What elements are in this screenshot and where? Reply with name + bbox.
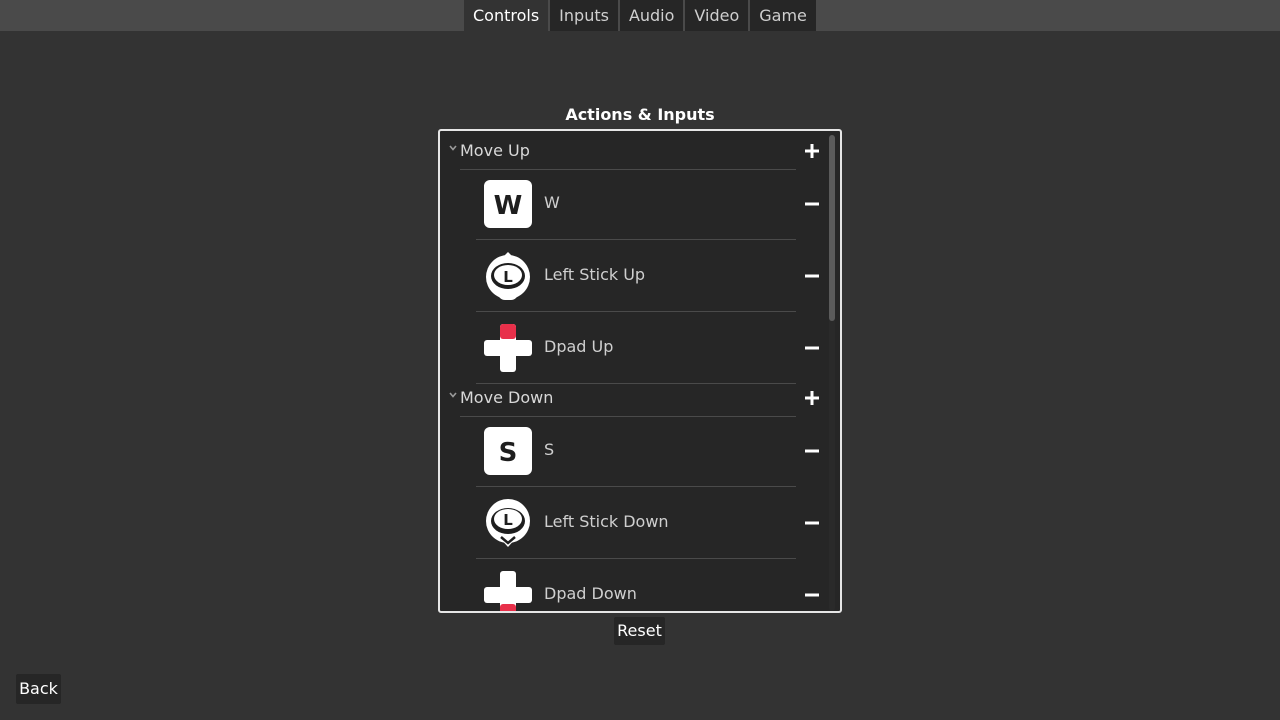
chevron-down-icon[interactable] xyxy=(448,390,458,400)
input-label: Left Stick Down xyxy=(544,512,669,531)
input-label: Dpad Down xyxy=(544,584,637,603)
key-w-icon: W xyxy=(484,180,532,228)
minus-icon xyxy=(805,593,819,597)
plus-icon xyxy=(805,144,819,158)
input-row: Dpad Up xyxy=(476,312,826,384)
remove-input-button[interactable] xyxy=(802,585,822,605)
action-name: Move Down xyxy=(460,388,554,407)
actions-inputs-panel[interactable]: Move Up W W L Left Stick Up Dpad Up Move… xyxy=(438,129,842,613)
dpad-up-icon xyxy=(484,324,532,372)
action-header-move-up[interactable]: Move Up xyxy=(440,135,826,170)
add-input-button[interactable] xyxy=(802,141,822,161)
tab-audio[interactable]: Audio xyxy=(619,0,684,31)
left-stick-down-icon: L xyxy=(484,499,532,547)
panel-title: Actions & Inputs xyxy=(565,105,715,124)
minus-icon xyxy=(805,521,819,525)
add-input-button[interactable] xyxy=(802,388,822,408)
key-s-icon: S xyxy=(484,427,532,475)
chevron-down-icon[interactable] xyxy=(448,143,458,153)
remove-input-button[interactable] xyxy=(802,513,822,533)
tab-game[interactable]: Game xyxy=(750,0,816,31)
back-button[interactable]: Back xyxy=(16,674,61,704)
minus-icon xyxy=(805,346,819,350)
top-tab-bar: Controls Inputs Audio Video Game xyxy=(0,0,1280,31)
plus-icon xyxy=(805,391,819,405)
input-row: S S xyxy=(476,415,826,487)
tab-list: Controls Inputs Audio Video Game xyxy=(464,0,816,31)
remove-input-button[interactable] xyxy=(802,194,822,214)
input-row: W W xyxy=(476,168,826,240)
left-stick-up-icon: L xyxy=(484,252,532,300)
dpad-down-icon xyxy=(484,571,532,611)
input-label: Left Stick Up xyxy=(544,265,646,284)
tab-controls[interactable]: Controls xyxy=(464,0,549,31)
remove-input-button[interactable] xyxy=(802,266,822,286)
remove-input-button[interactable] xyxy=(802,338,822,358)
input-row: Dpad Down xyxy=(476,559,826,611)
minus-icon xyxy=(805,274,819,278)
remove-input-button[interactable] xyxy=(802,441,822,461)
tab-inputs[interactable]: Inputs xyxy=(550,0,618,31)
key-letter: S xyxy=(499,438,518,468)
stick-letter: L xyxy=(503,511,513,529)
key-letter: W xyxy=(494,191,523,221)
minus-icon xyxy=(805,449,819,453)
action-header-move-down[interactable]: Move Down xyxy=(440,382,826,417)
reset-button[interactable]: Reset xyxy=(614,617,665,645)
input-label: S xyxy=(544,440,555,459)
input-row: L Left Stick Down xyxy=(476,487,826,559)
input-label: Dpad Up xyxy=(544,337,614,356)
minus-icon xyxy=(805,202,819,206)
input-label: W xyxy=(544,193,560,212)
tab-video[interactable]: Video xyxy=(685,0,749,31)
action-name: Move Up xyxy=(460,141,530,160)
stick-letter: L xyxy=(503,268,513,286)
scrollbar-thumb[interactable] xyxy=(829,135,835,321)
input-row: L Left Stick Up xyxy=(476,240,826,312)
